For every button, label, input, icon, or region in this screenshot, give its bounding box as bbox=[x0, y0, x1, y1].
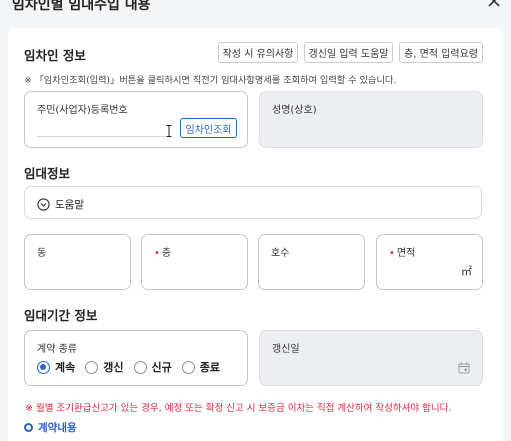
tenant-id-label: 주민(사업자)등록번호 bbox=[37, 105, 128, 116]
required-marker: • bbox=[154, 248, 160, 259]
inquiry-note: ※ 「임차인조회(입력)」버튼을 클릭하시면 직전기 임대사항명세를 조회하여 … bbox=[24, 75, 397, 86]
radio-new[interactable] bbox=[133, 360, 147, 374]
contract-type-field: 계약 종류 계속 갱신 신규 종료 bbox=[24, 330, 248, 386]
dong-field[interactable]: 동 bbox=[24, 234, 131, 290]
help-label: 도움말 bbox=[55, 199, 84, 211]
renewal-date-field: 갱신일 bbox=[259, 330, 483, 386]
tenant-id-field[interactable]: 주민(사업자)등록번호 임차인조회 bbox=[24, 91, 248, 148]
room-label: 호수 bbox=[271, 248, 290, 259]
tenant-section-title: 임차인 정보 bbox=[24, 48, 86, 63]
period-section-title: 임대기간 정보 bbox=[24, 308, 98, 323]
contract-type-label: 계약 종류 bbox=[37, 344, 77, 355]
tenant-name-label: 성명(상호) bbox=[272, 105, 317, 116]
area-field[interactable]: • 면적 ㎡ bbox=[376, 234, 483, 290]
room-field[interactable]: 호수 bbox=[258, 234, 365, 290]
radio-renewal[interactable] bbox=[85, 360, 99, 374]
renewal-help-button[interactable]: 갱신일 입력 도움말 bbox=[304, 42, 393, 63]
radio-end[interactable] bbox=[181, 360, 195, 374]
area-unit: ㎡ bbox=[461, 265, 472, 278]
lease-section-title: 임대정보 bbox=[24, 166, 71, 181]
chevron-down-circle-icon bbox=[37, 196, 50, 215]
area-label: 면적 bbox=[396, 248, 416, 259]
text-cursor-icon bbox=[166, 122, 172, 137]
floor-field[interactable]: • 층 bbox=[141, 234, 248, 290]
dong-label: 동 bbox=[37, 248, 47, 259]
contract-details-link[interactable]: 계약내용 bbox=[24, 420, 77, 435]
renewal-date-label: 갱신일 bbox=[272, 344, 300, 355]
help-accordion[interactable]: 도움말 bbox=[24, 186, 482, 219]
tenant-inquiry-button[interactable]: 임차인조회 bbox=[180, 118, 237, 138]
radio-renewal-label[interactable]: 갱신 bbox=[103, 359, 123, 375]
dialog-panel: 임차인 정보 작성 시 유의사항 갱신일 입력 도움말 층, 면적 입력요령 ※… bbox=[8, 28, 503, 441]
ring-icon bbox=[24, 423, 33, 432]
dialog-title: 임차인별 임대수입 내용 bbox=[12, 0, 151, 13]
radio-continue[interactable] bbox=[37, 360, 50, 374]
radio-continue-label[interactable]: 계속 bbox=[55, 359, 75, 375]
contract-type-radio-group: 계속 갱신 신규 종료 bbox=[37, 359, 230, 375]
warning-text: ※ 월별 조기환급신고가 있는 경우, 예정 또는 확정 신고 시 보증금 이자… bbox=[25, 403, 452, 414]
required-marker: • bbox=[389, 248, 395, 259]
tenant-id-input[interactable] bbox=[37, 136, 165, 137]
notes-button[interactable]: 작성 시 유의사항 bbox=[218, 42, 298, 63]
tenant-name-field: 성명(상호) bbox=[259, 91, 483, 148]
radio-new-label[interactable]: 신규 bbox=[152, 359, 172, 375]
floor-label: 층 bbox=[161, 248, 172, 259]
calendar-icon bbox=[458, 359, 470, 378]
contract-details-label[interactable]: 계약내용 bbox=[38, 420, 77, 435]
floor-area-help-button[interactable]: 층, 면적 입력요령 bbox=[399, 42, 483, 63]
radio-end-label[interactable]: 종료 bbox=[200, 359, 220, 375]
close-icon[interactable] bbox=[485, 0, 503, 10]
